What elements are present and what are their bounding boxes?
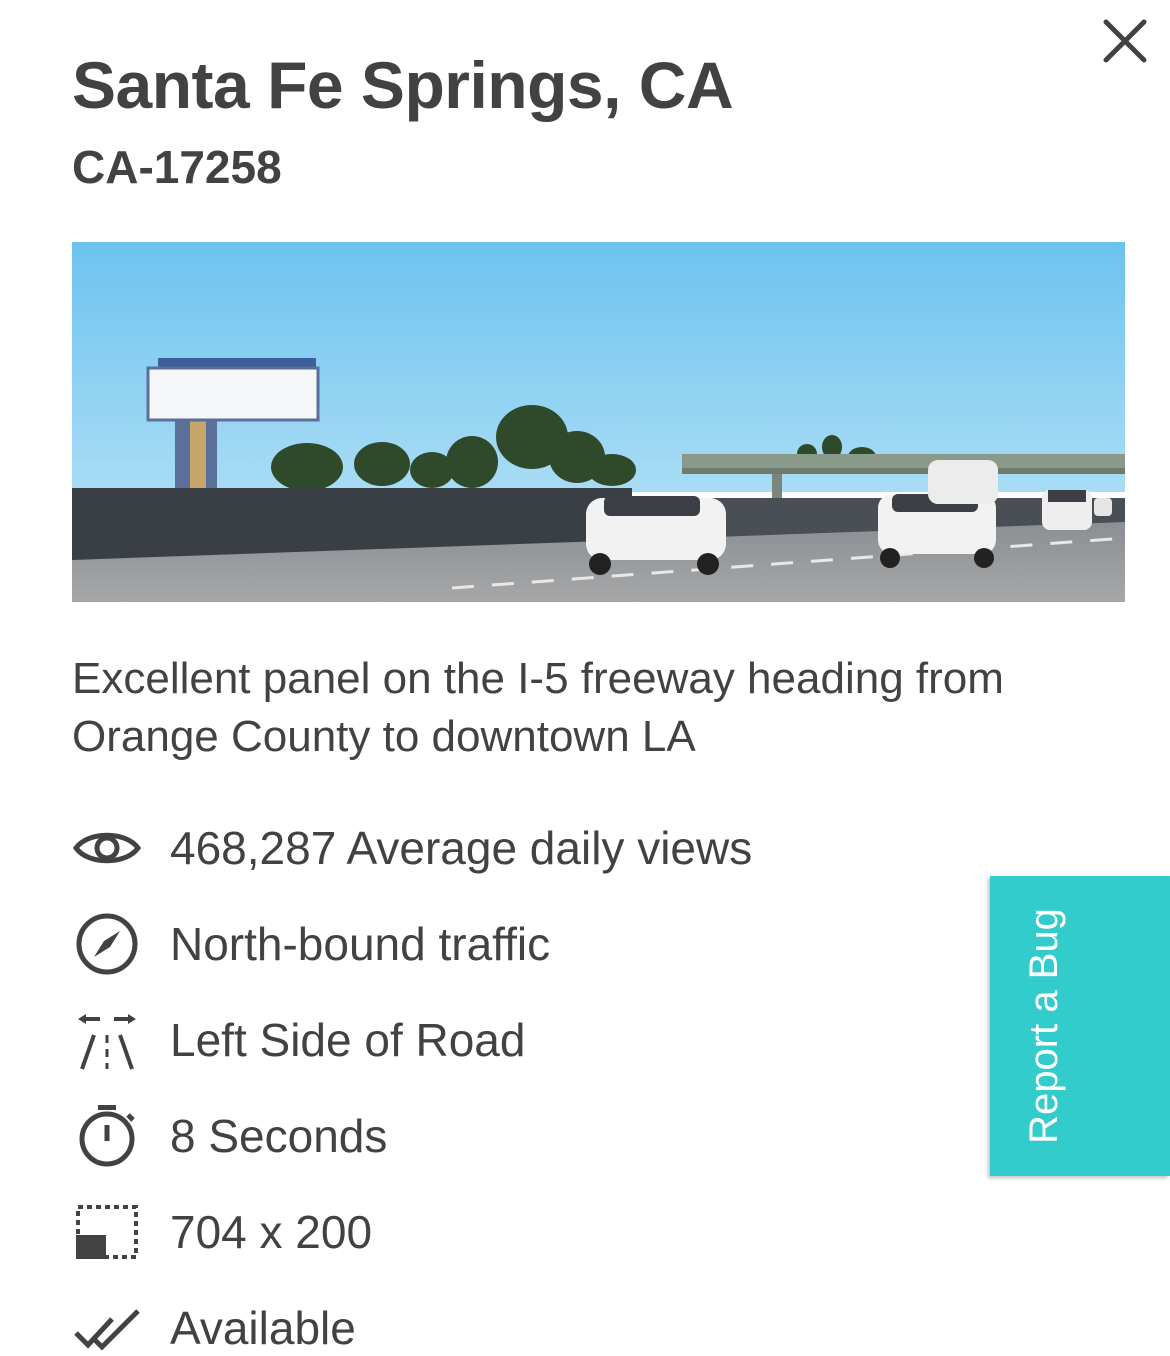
stat-text: Left Side of Road: [170, 1014, 526, 1066]
stat-road-side: Left Side of Road: [72, 992, 972, 1088]
stat-daily-views: 468,287 Average daily views: [72, 800, 972, 896]
dimensions-icon: [72, 1197, 170, 1267]
stat-traffic-direction: North-bound traffic: [72, 896, 972, 992]
road-side-icon: [72, 1005, 170, 1075]
panel-stats-list: 468,287 Average daily views North-bound …: [72, 800, 972, 1356]
compass-icon: [72, 909, 170, 979]
report-bug-button[interactable]: Report a Bug: [990, 876, 1170, 1176]
billboard-photo: [72, 242, 1125, 602]
stat-text: North-bound traffic: [170, 918, 551, 970]
stat-dimensions: 704 x 200: [72, 1184, 972, 1280]
stopwatch-icon: [72, 1101, 170, 1171]
stat-text: 704 x 200: [170, 1206, 373, 1258]
close-button[interactable]: [1098, 14, 1152, 68]
panel-description: Excellent panel on the I-5 freeway headi…: [72, 654, 1004, 761]
eye-icon: [72, 813, 170, 883]
stat-text: 8 Seconds: [170, 1110, 388, 1162]
stat-view-duration: 8 Seconds: [72, 1088, 972, 1184]
stat-text: 468,287 Average daily views: [170, 822, 753, 874]
panel-id: CA-17258: [72, 141, 282, 193]
billboard-detail-panel: Santa Fe Springs, CA CA-17258 Excellent …: [0, 0, 1170, 1356]
double-check-icon: [72, 1293, 170, 1356]
stat-availability: Available: [72, 1280, 972, 1356]
page-title: Santa Fe Springs, CA: [72, 48, 734, 122]
stat-text: Available: [170, 1302, 356, 1354]
report-bug-label: Report a Bug: [1022, 908, 1066, 1144]
close-icon: [1103, 19, 1147, 63]
